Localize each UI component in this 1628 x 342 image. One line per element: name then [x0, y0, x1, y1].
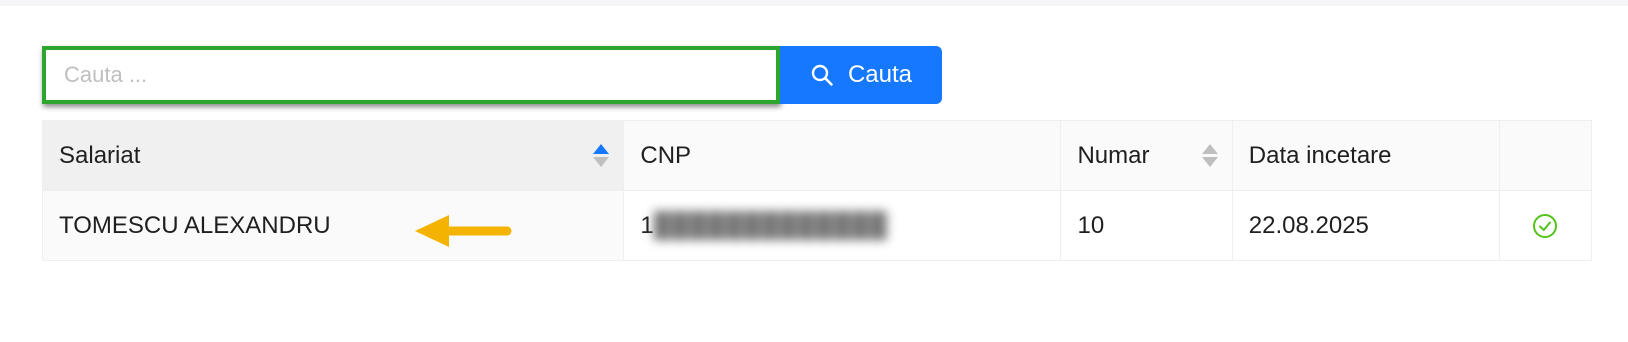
data-incetare-value: 22.08.2025 [1248, 211, 1369, 239]
numar-value: 10 [1077, 211, 1105, 239]
column-header-numar[interactable]: Numar [1060, 120, 1233, 191]
column-label: Salariat [59, 141, 141, 169]
cnp-value: 1 [640, 211, 654, 239]
search-input[interactable] [46, 50, 776, 100]
column-label: CNP [640, 141, 692, 169]
cell-cnp: 1█████████████ [623, 190, 1062, 261]
column-header-cnp: CNP [623, 120, 1062, 191]
column-header-actions [1498, 120, 1593, 191]
sort-icon[interactable] [593, 144, 610, 167]
sort-ascending-icon [593, 144, 610, 154]
table-header-row: Salariat CNP Numar Data incetare [41, 120, 1593, 191]
cell-status[interactable] [1498, 190, 1593, 261]
search-button-label: Cauta [847, 61, 913, 88]
search-button[interactable]: Cauta [780, 46, 942, 104]
employees-table: Salariat CNP Numar Data incetare TOMESCU… [41, 120, 1593, 261]
column-label: Numar [1077, 141, 1150, 169]
cell-numar: 10 [1060, 190, 1233, 261]
cell-salariat: TOMESCU ALEXANDRU [41, 190, 625, 261]
sort-descending-icon [593, 157, 610, 167]
search-bar: Cauta [42, 46, 942, 104]
check-circle-icon[interactable] [1532, 213, 1558, 239]
sort-descending-icon [1201, 157, 1218, 167]
cnp-redacted: █████████████ [653, 211, 888, 239]
cell-data-incetare: 22.08.2025 [1231, 190, 1500, 261]
table-row[interactable]: TOMESCU ALEXANDRU 1█████████████ 10 22.0… [41, 190, 1593, 261]
search-icon [811, 64, 833, 86]
sort-ascending-icon [1201, 144, 1218, 154]
top-strip [0, 0, 1628, 6]
sort-icon[interactable] [1201, 144, 1218, 167]
column-header-salariat[interactable]: Salariat [41, 120, 625, 191]
column-header-data-incetare: Data incetare [1231, 120, 1500, 191]
annotation-arrow-icon [415, 215, 512, 247]
search-input-wrapper [42, 46, 780, 104]
column-label: Data incetare [1248, 141, 1392, 169]
employee-name: TOMESCU ALEXANDRU [59, 211, 331, 239]
